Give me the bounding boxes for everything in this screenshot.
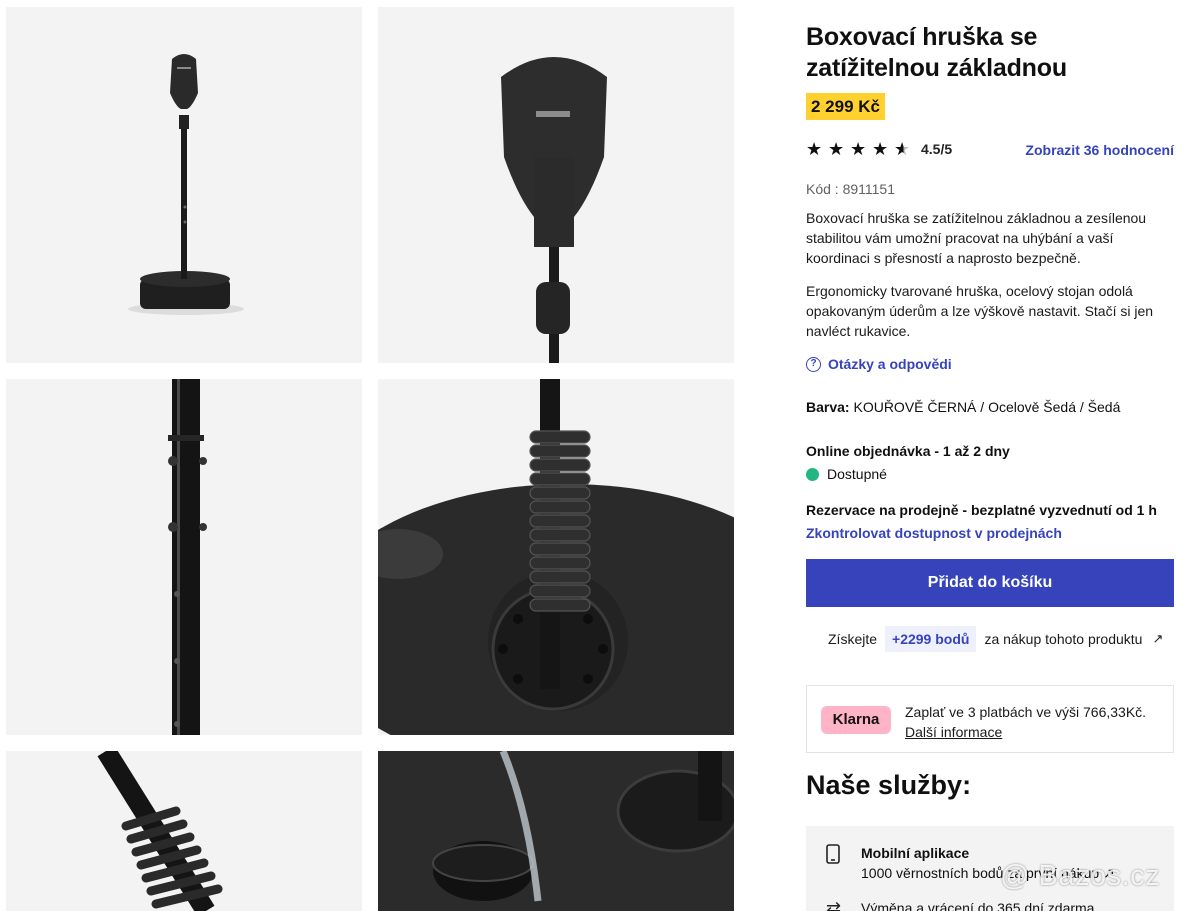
color-info: Barva: KOUŘOVĚ ČERNÁ / Ocelově Šedá / Še…: [806, 399, 1120, 415]
product-gallery: [0, 0, 745, 911]
question-circle-icon: ?: [806, 356, 821, 372]
availability-label: Dostupné: [827, 466, 887, 482]
star-icon: ★: [806, 139, 823, 159]
star-icon: ★: [850, 139, 867, 159]
price-tag: 2 299 Kč: [806, 93, 885, 120]
gallery-image-spring-base[interactable]: [378, 379, 734, 735]
product-description-1: Boxovací hruška se zatížitelnou základno…: [806, 210, 1147, 266]
points-prefix: Získejte: [828, 631, 878, 647]
half-star-icon: ★: [894, 140, 913, 158]
product-title: Boxovací hruška se zatížitelnou základno…: [806, 23, 1067, 82]
star-icon: ★: [872, 139, 889, 159]
klarna-text: Zaplať ve 3 platbách ve výši 766,33Kč. D…: [905, 702, 1146, 742]
gallery-image-pole-detail[interactable]: [6, 379, 362, 735]
return-icon: ⇄: [826, 898, 842, 911]
qa-link[interactable]: ? Otázky a odpovědi: [806, 356, 952, 372]
product-description-2: Ergonomicky tvarované hruška, ocelový st…: [806, 283, 1154, 339]
service-title: Výměna a vrácení do 365 dní zdarma: [861, 900, 1095, 911]
store-reservation-info: Rezervace na prodejně - bezplatné vyzved…: [806, 502, 1157, 518]
external-link-icon[interactable]: ↗: [1152, 631, 1163, 647]
available-dot-icon: [806, 467, 819, 481]
add-to-cart-button[interactable]: Přidat do košíku: [806, 559, 1174, 607]
qa-link-label: Otázky a odpovědi: [828, 356, 952, 372]
klarna-installments: Zaplať ve 3 platbách ve výši 766,33Kč.: [905, 704, 1147, 720]
gallery-image-full-product[interactable]: [6, 7, 362, 363]
product-code: Kód : 8911151: [806, 181, 896, 197]
phone-icon: [826, 844, 840, 869]
check-store-availability-link[interactable]: Zkontrolovat dostupnost v prodejnách: [806, 525, 1062, 541]
gallery-image-spring-angled[interactable]: [6, 751, 362, 911]
gallery-image-base-filling[interactable]: [378, 751, 734, 911]
klarna-box: Klarna Zaplať ve 3 platbách ve výši 766,…: [806, 685, 1174, 753]
service-returns[interactable]: Výměna a vrácení do 365 dní zdarma: [861, 898, 1094, 911]
points-suffix: za nákup tohoto produktu: [984, 631, 1143, 647]
services-title: Naše služby:: [806, 770, 972, 800]
watermark: @ Bazos.cz: [1000, 860, 1161, 892]
rating-stars: ★ ★ ★ ★ ★ 4.5/5: [806, 140, 952, 158]
availability-status: Dostupné: [806, 466, 887, 482]
loyalty-points: Získejte +2299 bodů za nákup tohoto prod…: [828, 626, 1163, 652]
klarna-logo: Klarna: [821, 706, 891, 734]
star-icon: ★: [828, 139, 845, 159]
color-label: Barva:: [806, 399, 850, 415]
online-order-info: Online objednávka - 1 až 2 dny: [806, 443, 1010, 459]
gallery-image-bag-closeup[interactable]: [378, 7, 734, 363]
color-value: KOUŘOVĚ ČERNÁ / Ocelově Šedá / Šedá: [849, 399, 1121, 415]
reviews-link[interactable]: Zobrazit 36 hodnocení: [1025, 142, 1174, 158]
rating-score: 4.5/5: [921, 141, 953, 157]
points-badge: +2299 bodů: [885, 626, 977, 652]
klarna-more-link[interactable]: Další informace: [905, 722, 1146, 742]
